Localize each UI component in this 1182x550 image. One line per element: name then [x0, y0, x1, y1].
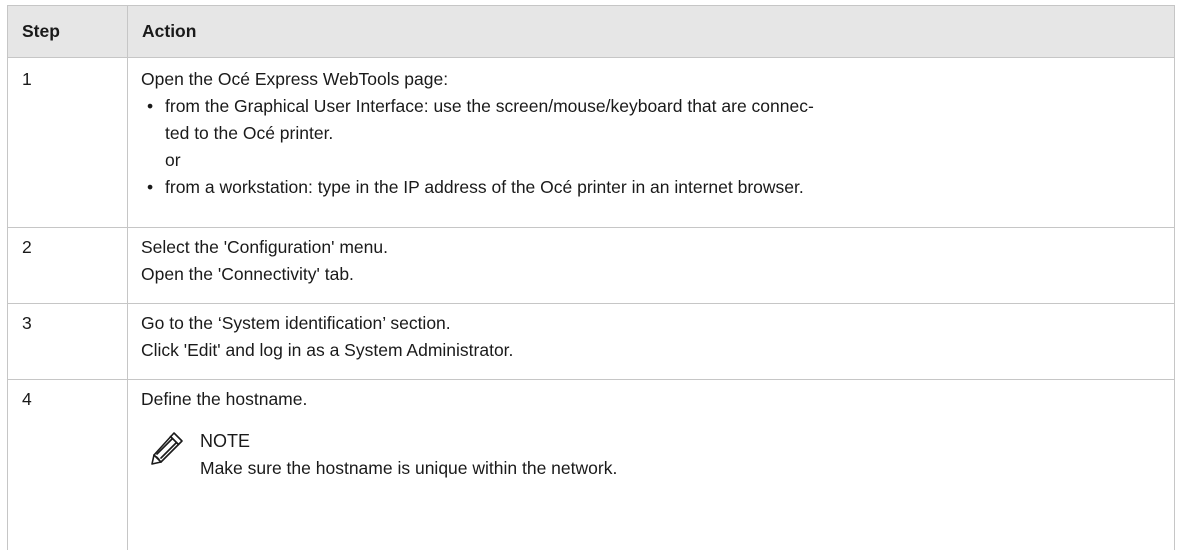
step-number: 3: [7, 303, 128, 380]
step-action: Go to the ‘System identification’ sectio…: [127, 303, 1175, 380]
list-item-text: ted to the Océ printer.: [165, 123, 334, 143]
step-text: Define the hostname.: [141, 389, 308, 409]
step-action: Define the hostname. NOTE Make sure the …: [127, 379, 1175, 550]
note-title: NOTE: [200, 431, 251, 451]
step-action: Select the 'Configuration' menu. Open th…: [127, 227, 1175, 304]
procedure-table: Step Action 1 Open the Océ Express WebTo…: [7, 5, 1175, 550]
step-intro-text: Open the Océ Express WebTools page:: [141, 69, 449, 89]
bullet-icon: •: [147, 96, 154, 116]
column-header-action: Action: [127, 5, 1175, 58]
header-row: Step Action: [7, 5, 1175, 58]
step-text: Select the 'Configuration' menu.: [141, 237, 388, 257]
list-item: • from the Graphical User Interface: use…: [141, 93, 1161, 147]
table-row: 2 Select the 'Configuration' menu. Open …: [7, 227, 1175, 304]
step-number: 2: [7, 227, 128, 304]
pencil-note-icon: [147, 428, 187, 468]
or-item: or: [141, 147, 1161, 174]
step-action: Open the Océ Express WebTools page: • fr…: [127, 57, 1175, 228]
list-item-text: from the Graphical User Interface: use t…: [165, 96, 814, 116]
bullet-icon: •: [147, 177, 154, 197]
step-text: Click 'Edit' and log in as a System Admi…: [141, 340, 514, 360]
or-text: or: [165, 150, 181, 170]
step-number: 4: [7, 379, 128, 550]
list-item: • from a workstation: type in the IP add…: [141, 174, 1161, 201]
bullet-list: • from the Graphical User Interface: use…: [141, 93, 1161, 201]
table-header: Step Action: [7, 5, 1175, 58]
step-text: Go to the ‘System identification’ sectio…: [141, 313, 451, 333]
list-item-text: from a workstation: type in the IP addre…: [165, 177, 804, 197]
column-header-step: Step: [7, 5, 128, 58]
table-row: 1 Open the Océ Express WebTools page: • …: [7, 57, 1175, 228]
table-row: 3 Go to the ‘System identification’ sect…: [7, 303, 1175, 380]
note-block: NOTE Make sure the hostname is unique wi…: [141, 428, 1161, 482]
step-text: Open the 'Connectivity' tab.: [141, 264, 354, 284]
step-number: 1: [7, 57, 128, 228]
note-text: Make sure the hostname is unique within …: [200, 458, 618, 478]
table-row: 4 Define the hostname. NOTE Make sure th…: [7, 379, 1175, 550]
